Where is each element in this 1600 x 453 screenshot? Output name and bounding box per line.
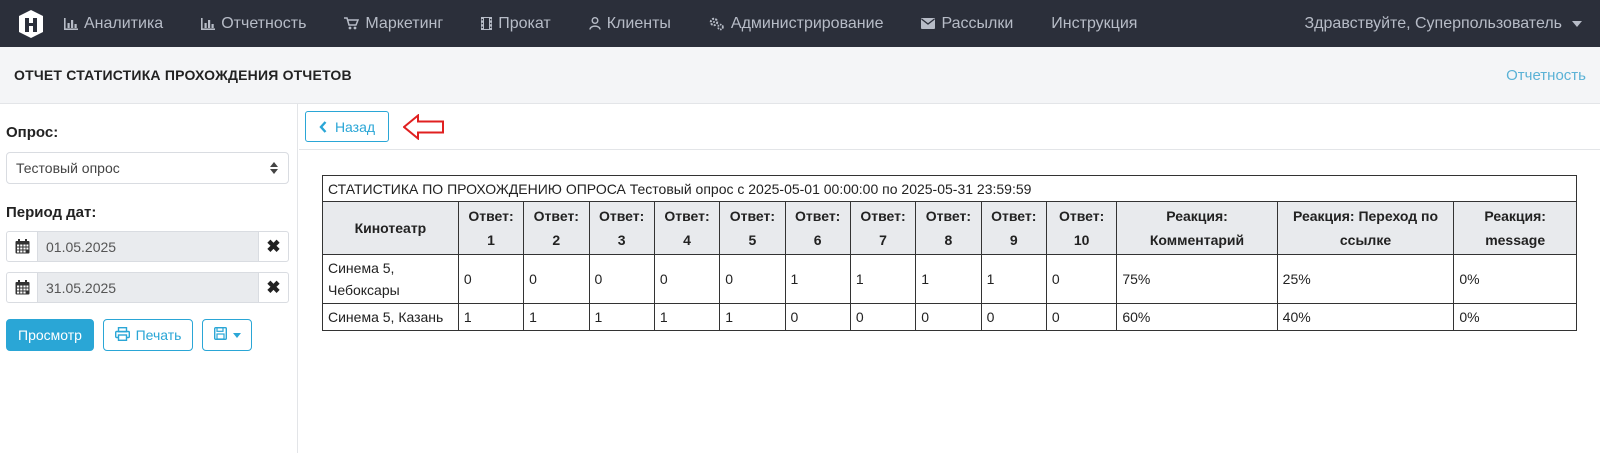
survey-select-value: Тестовый опрос xyxy=(16,160,120,176)
date-from-group: 01.05.2025 ✖ xyxy=(6,231,289,262)
table-cell: 1 xyxy=(653,303,721,331)
survey-statistics-table: СТАТИСТИКА ПО ПРОХОЖДЕНИЮ ОПРОСА Тестовы… xyxy=(322,175,1577,331)
view-button[interactable]: Просмотр xyxy=(6,319,94,351)
cogs-icon xyxy=(709,17,725,31)
table-cell: Синема 5, Казань xyxy=(322,303,459,331)
filter-sidebar: Опрос: Тестовый опрос Период дат: 01.05.… xyxy=(0,104,298,453)
table-cell: 60% xyxy=(1116,303,1278,331)
table-cell: Синема 5, Чебоксары xyxy=(322,254,459,304)
table-cell: 75% xyxy=(1116,254,1278,304)
nav-item-instructions[interactable]: Инструкция xyxy=(1032,0,1156,47)
sort-arrows-icon xyxy=(270,162,278,174)
table-cell: 1 xyxy=(719,303,786,331)
annotation-arrow-icon xyxy=(402,113,445,145)
column-header: Ответ: 7 xyxy=(849,201,917,255)
chevron-left-icon xyxy=(319,120,327,133)
back-button-label: Назад xyxy=(334,118,376,135)
table-cell: 40% xyxy=(1276,303,1455,331)
cart-icon xyxy=(344,17,360,30)
printer-icon xyxy=(114,326,130,344)
app-logo-icon[interactable] xyxy=(0,0,62,47)
column-header: Ответ: 2 xyxy=(523,201,590,255)
film-icon xyxy=(481,17,493,30)
column-header: Ответ: 8 xyxy=(915,201,982,255)
clear-date-to-icon[interactable]: ✖ xyxy=(259,273,288,302)
column-header: Реакция: Комментарий xyxy=(1116,201,1278,255)
clear-date-from-icon[interactable]: ✖ xyxy=(259,232,288,261)
table-caption: СТАТИСТИКА ПО ПРОХОЖДЕНИЮ ОПРОСА Тестовы… xyxy=(322,175,1577,202)
page-title: ОТЧЕТ СТАТИСТИКА ПРОХОЖДЕНИЯ ОТЧЕТОВ xyxy=(14,67,352,83)
save-dropdown-button[interactable] xyxy=(202,319,252,351)
user-greeting: Здравствуйте, Суперпользователь xyxy=(1304,14,1562,32)
table-cell: 0% xyxy=(1453,303,1577,331)
table-cell: 0 xyxy=(1045,254,1118,304)
user-menu[interactable]: Здравствуйте, Суперпользователь xyxy=(1305,0,1582,47)
table-cell: 0 xyxy=(653,254,721,304)
table-cell: 0 xyxy=(915,303,982,331)
period-label: Период дат: xyxy=(6,204,97,221)
breadcrumb-reports-link[interactable]: Отчетность xyxy=(1506,67,1586,84)
survey-select[interactable]: Тестовый опрос xyxy=(6,152,289,184)
date-to-group: 31.05.2025 ✖ xyxy=(6,272,289,303)
nav-item-clients[interactable]: Клиенты xyxy=(570,0,690,47)
table-cell: 0 xyxy=(784,303,851,331)
column-header: Ответ: 1 xyxy=(457,201,525,255)
table-cell: 1 xyxy=(457,303,525,331)
nav-item-reports[interactable]: Отчетность xyxy=(182,0,325,47)
column-header: Реакция: message xyxy=(1453,201,1577,255)
page-header: ОТЧЕТ СТАТИСТИКА ПРОХОЖДЕНИЯ ОТЧЕТОВ Отч… xyxy=(0,47,1600,104)
column-header: Кинотеатр xyxy=(322,201,459,255)
table-cell: 0 xyxy=(1045,303,1118,331)
print-button[interactable]: Печать xyxy=(103,319,193,351)
nav-item-administration[interactable]: Администрирование xyxy=(690,0,903,47)
column-header: Ответ: 4 xyxy=(653,201,721,255)
calendar-icon[interactable] xyxy=(7,273,37,302)
table-cell: 25% xyxy=(1276,254,1455,304)
table-cell: 1 xyxy=(980,254,1047,304)
column-header: Реакция: Переход по ссылке xyxy=(1276,201,1455,255)
chevron-down-icon xyxy=(232,332,241,338)
date-to-input[interactable]: 31.05.2025 xyxy=(37,273,259,302)
table-cell: 0 xyxy=(719,254,786,304)
report-toolbar: Назад xyxy=(299,104,1600,150)
nav-item-rental[interactable]: Прокат xyxy=(462,0,570,47)
table-cell: 1 xyxy=(915,254,982,304)
table-cell: 0 xyxy=(980,303,1047,331)
print-button-label: Печать xyxy=(135,327,182,343)
nav-item-analytics[interactable]: Аналитика xyxy=(62,0,182,47)
back-button[interactable]: Назад xyxy=(305,111,389,142)
floppy-disk-icon xyxy=(213,326,227,343)
envelope-icon xyxy=(921,18,936,29)
top-navbar: Аналитика Отчетность Маркетинг Прокат Кл… xyxy=(0,0,1600,47)
calendar-icon[interactable] xyxy=(7,232,37,261)
column-header: Ответ: 9 xyxy=(980,201,1047,255)
column-header: Ответ: 10 xyxy=(1045,201,1118,255)
column-header: Ответ: 5 xyxy=(719,201,786,255)
table-cell: 0 xyxy=(588,254,655,304)
table-row: Синема 5, Чебоксары 0 0 0 0 0 1 1 1 1 0 75% 25% 0% xyxy=(322,254,1577,304)
table-cell: 0 xyxy=(849,303,917,331)
table-header-row: Кинотеатр Ответ: 1 Ответ: 2 Ответ: 3 Ответ: … xyxy=(322,201,1577,255)
survey-label: Опрос: xyxy=(6,124,59,141)
table-cell: 0% xyxy=(1453,254,1577,304)
table-cell: 0 xyxy=(523,254,590,304)
table-cell: 1 xyxy=(523,303,590,331)
user-icon xyxy=(589,17,601,30)
column-header: Ответ: 3 xyxy=(588,201,655,255)
table-cell: 0 xyxy=(457,254,525,304)
nav-item-marketing[interactable]: Маркетинг xyxy=(325,0,462,47)
bar-chart-icon xyxy=(201,17,216,30)
nav-item-mailings[interactable]: Рассылки xyxy=(902,0,1032,47)
table-cell: 1 xyxy=(784,254,851,304)
column-header: Ответ: 6 xyxy=(784,201,851,255)
bar-chart-icon xyxy=(64,17,78,30)
table-row: Синема 5, Казань 1 1 1 1 1 0 0 0 0 0 60% 40% 0% xyxy=(322,303,1577,331)
date-from-input[interactable]: 01.05.2025 xyxy=(37,232,259,261)
table-cell: 1 xyxy=(588,303,655,331)
table-body: Синема 5, Чебоксары 0 0 0 0 0 1 1 1 1 0 75% 25% 0% Син… xyxy=(322,254,1577,331)
table-cell: 1 xyxy=(849,254,917,304)
chevron-down-icon xyxy=(1572,20,1582,27)
